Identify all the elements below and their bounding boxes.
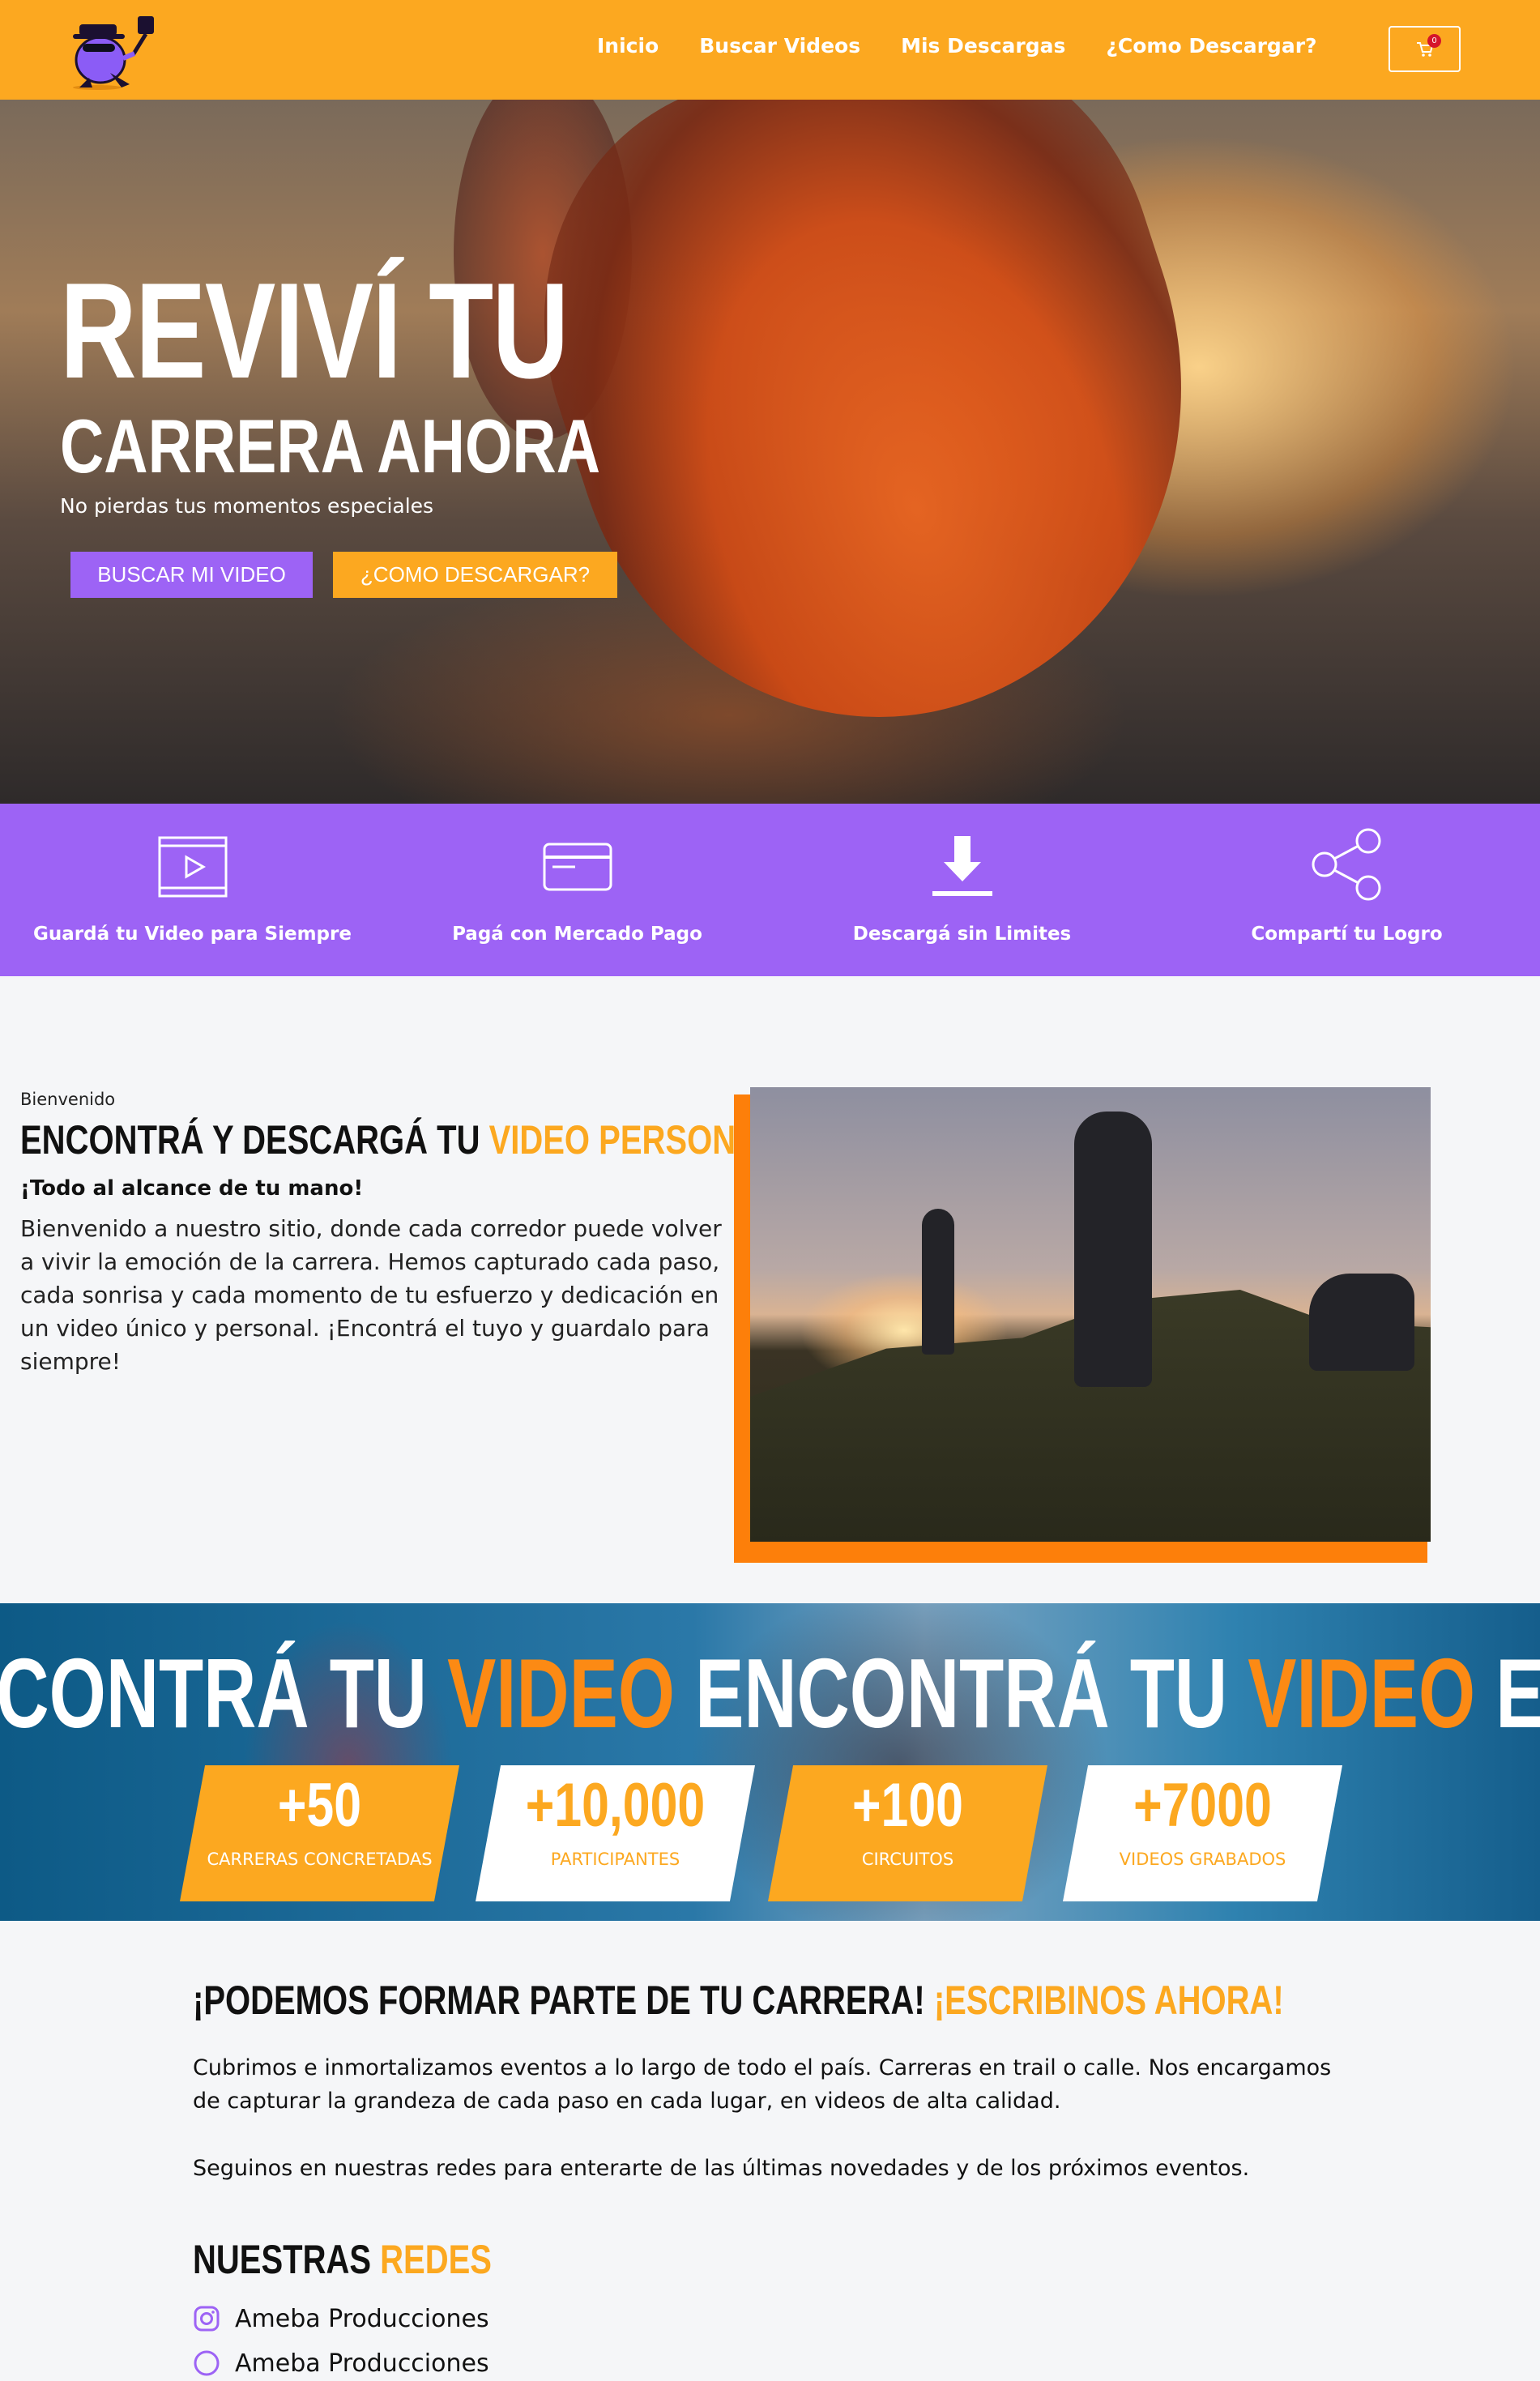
feature-label: Pagá con Mercado Pago <box>452 924 702 945</box>
about-text: Bienvenido a nuestro sitio, donde cada c… <box>20 1215 722 1375</box>
marquee-text: ENCONTRÁ TU VIDEO ENCONTRÁ TU VIDEO ENCO… <box>0 1641 1540 1746</box>
site-header: Inicio Buscar Videos Mis Descargas ¿Como… <box>0 0 1540 100</box>
nav-mis-descargas[interactable]: Mis Descargas <box>901 34 1065 58</box>
photo-runner-center <box>1074 1112 1152 1387</box>
social-label: Ameba Producciones <box>235 2304 489 2333</box>
marquee: ENCONTRÁ TU VIDEO ENCONTRÁ TU VIDEO ENCO… <box>0 1641 1540 1746</box>
marquee-white-3: ENCONTRÁ TU <box>1495 1641 1540 1746</box>
social-link-instagram[interactable]: Ameba Producciones <box>193 2301 489 2336</box>
stat-carreras: +50 CARRERAS CONCRETADAS <box>180 1765 459 1901</box>
features-bar: Guardá tu Video para Siempre Pagá con Me… <box>0 804 1540 976</box>
about-kicker: Bienvenido <box>20 1090 116 1109</box>
hero-subtitle: No pierdas tus momentos especiales <box>60 494 434 518</box>
feature-guarda-video: Guardá tu Video para Siempre <box>0 804 385 976</box>
nav-como-descargar[interactable]: ¿Como Descargar? <box>1106 34 1316 58</box>
contact-title-accent: ¡ESCRIBINOS AHORA! <box>933 1978 1284 2023</box>
mascot-logo-icon <box>73 16 154 90</box>
feature-label: Compartí tu Logro <box>1251 924 1443 945</box>
hero-section: REVIVÍ TU CARRERA AHORA No pierdas tus m… <box>0 100 1540 804</box>
social-label: Ameba Producciones <box>235 2349 489 2378</box>
marquee-white-1: ENCONTRÁ TU <box>0 1641 428 1746</box>
redes-title: NUESTRAS REDES <box>193 2236 492 2283</box>
marquee-orange-2: VIDEO <box>1248 1641 1476 1746</box>
photo-runner-left <box>922 1209 954 1355</box>
feature-descarga: Descargá sin Limites <box>770 804 1154 976</box>
contact-paragraph-2: Seguinos en nuestras redes para enterart… <box>193 2156 1250 2181</box>
stat-value: +10,000 <box>525 1771 706 1840</box>
share-icon <box>1312 828 1380 901</box>
feature-label: Descargá sin Limites <box>852 924 1072 945</box>
stat-value: +7000 <box>1133 1771 1272 1840</box>
stat-value: +50 <box>277 1771 362 1840</box>
about-title-main: ENCONTRÁ Y DESCARGÁ TU <box>20 1117 489 1163</box>
buscar-mi-video-button[interactable]: BUSCAR MI VIDEO <box>70 552 313 598</box>
video-icon <box>158 836 227 898</box>
marquee-white-2: ENCONTRÁ TU <box>695 1641 1248 1746</box>
main-nav: Inicio Buscar Videos Mis Descargas ¿Como… <box>597 34 1317 58</box>
stat-caption: CIRCUITOS <box>861 1850 954 1869</box>
stat-value: +100 <box>852 1771 963 1840</box>
feature-label: Guardá tu Video para Siempre <box>33 924 352 945</box>
como-descargar-button[interactable]: ¿COMO DESCARGAR? <box>333 552 617 598</box>
videographer-photo <box>750 1087 1431 1542</box>
contact-title: ¡PODEMOS FORMAR PARTE DE TU CARRERA! ¡ES… <box>193 1977 1284 2024</box>
stat-videos: +7000 VIDEOS GRABADOS <box>1063 1765 1342 1901</box>
photo-crouching-person <box>1309 1274 1414 1371</box>
facebook-icon <box>194 2350 220 2376</box>
instagram-icon <box>194 2306 220 2332</box>
marquee-orange-1: VIDEO <box>447 1641 676 1746</box>
stat-caption: VIDEOS GRABADOS <box>1119 1850 1286 1869</box>
stat-participantes: +10,000 PARTICIPANTES <box>476 1765 755 1901</box>
nav-inicio[interactable]: Inicio <box>597 34 659 58</box>
cart-count-badge: 0 <box>1427 34 1441 48</box>
cart-button[interactable]: 0 <box>1389 26 1461 72</box>
stat-caption: CARRERAS CONCRETADAS <box>207 1850 433 1869</box>
social-link-facebook[interactable]: Ameba Producciones <box>193 2345 489 2381</box>
hero-title-line1: REVIVÍ TU <box>60 254 569 407</box>
hero-title-line2: CARRERA AHORA <box>60 403 601 489</box>
contact-paragraph-1: Cubrimos e inmortalizamos eventos a lo l… <box>193 2055 1332 2114</box>
redes-title-accent: REDES <box>380 2237 492 2282</box>
contact-title-main: ¡PODEMOS FORMAR PARTE DE TU CARRERA! <box>193 1978 934 2023</box>
credit-card-icon <box>543 843 612 891</box>
stats-banner: ENCONTRÁ TU VIDEO ENCONTRÁ TU VIDEO ENCO… <box>0 1603 1540 1921</box>
stat-caption: PARTICIPANTES <box>550 1850 680 1869</box>
feature-comparti: Compartí tu Logro <box>1154 804 1539 976</box>
ameba-logo[interactable] <box>65 10 167 91</box>
download-icon <box>932 836 992 896</box>
about-tagline: ¡Todo al alcance de tu mano! <box>20 1176 364 1201</box>
nav-buscar-videos[interactable]: Buscar Videos <box>699 34 860 58</box>
feature-mercado-pago: Pagá con Mercado Pago <box>385 804 770 976</box>
stat-circuitos: +100 CIRCUITOS <box>768 1765 1047 1901</box>
redes-title-main: NUESTRAS <box>193 2237 381 2282</box>
